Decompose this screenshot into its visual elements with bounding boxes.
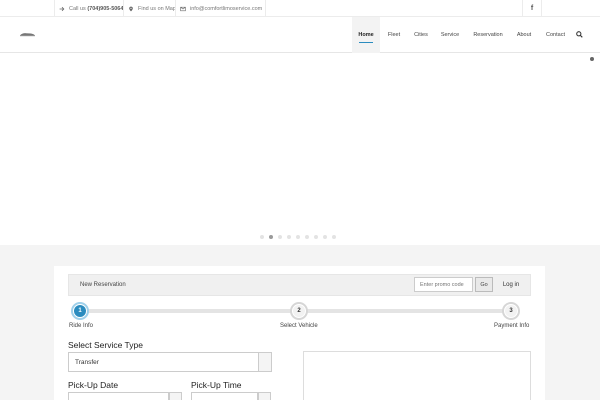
step-1-indicator[interactable]: 1 (71, 302, 89, 320)
promo-code-input[interactable] (414, 277, 473, 292)
slider-dot[interactable] (287, 235, 291, 239)
facebook-icon[interactable]: f (522, 0, 542, 17)
slider-dot[interactable] (323, 235, 327, 239)
calendar-icon[interactable] (169, 392, 182, 400)
slider-dot[interactable] (332, 235, 336, 239)
hero-slider (0, 53, 600, 245)
call-us-info[interactable]: Call us (704)905-5064 (59, 0, 123, 17)
step-3-label: Payment Info (494, 323, 530, 329)
nav-fleet[interactable]: Fleet (382, 17, 406, 53)
pickup-date-input[interactable] (68, 392, 169, 400)
nav-reservation[interactable]: Reservation (469, 17, 507, 53)
slider-pagination (260, 235, 336, 239)
map-label: Find us on Map (138, 5, 176, 12)
service-type-heading: Select Service Type (68, 340, 143, 350)
reservation-title: New Reservation (80, 282, 126, 288)
nav-about[interactable]: About (512, 17, 536, 53)
nav-cities[interactable]: Cities (409, 17, 433, 53)
slider-dot[interactable] (278, 235, 282, 239)
promo-go-button[interactable]: Go (475, 277, 493, 292)
pickup-time-heading: Pick-Up Time (191, 380, 242, 390)
envelope-icon (180, 6, 186, 11)
slider-dot[interactable] (269, 235, 273, 239)
logo[interactable] (19, 32, 36, 37)
call-label: Call us (69, 5, 86, 12)
route-map-panel (303, 351, 531, 400)
email-address: info@comfortlimoservice.com (190, 5, 263, 12)
slider-dot[interactable] (296, 235, 300, 239)
step-number: 1 (74, 305, 86, 317)
nav-service[interactable]: Service (436, 17, 464, 53)
phone-number: (704)905-5064 (87, 5, 124, 12)
map-pin-icon (129, 6, 133, 11)
pickup-time-input[interactable] (191, 392, 258, 400)
chevron-down-icon[interactable] (258, 352, 272, 372)
arrow-right-icon (59, 6, 65, 11)
step-2-label: Select Vehicle (280, 323, 318, 329)
step-number: 2 (293, 305, 305, 317)
search-icon[interactable] (576, 31, 583, 38)
nav-home[interactable]: Home (352, 17, 380, 53)
divider (54, 0, 55, 17)
step-3-indicator[interactable]: 3 (502, 302, 520, 320)
nav-contact[interactable]: Contact (541, 17, 570, 53)
find-us-on-map-link[interactable]: Find us on Map (128, 0, 176, 17)
divider (265, 0, 266, 17)
slider-dot[interactable] (260, 235, 264, 239)
slider-dot[interactable] (314, 235, 318, 239)
step-number: 3 (505, 305, 517, 317)
divider (175, 0, 176, 17)
email-link[interactable]: info@comfortlimoservice.com (180, 0, 262, 17)
main-header: Home Fleet Cities Service Reservation Ab… (0, 17, 600, 53)
top-bar: Call us (704)905-5064 Find us on Map inf… (0, 0, 600, 17)
slider-dot[interactable] (305, 235, 309, 239)
clock-icon[interactable] (258, 392, 271, 400)
step-2-indicator[interactable]: 2 (290, 302, 308, 320)
step-1-label: Ride Info (69, 323, 94, 329)
login-link[interactable]: Log in (495, 277, 527, 292)
service-type-select[interactable]: Transfer (68, 352, 272, 372)
slider-side-control[interactable] (590, 57, 594, 61)
divider (123, 0, 124, 17)
pickup-date-heading: Pick-Up Date (68, 380, 119, 390)
